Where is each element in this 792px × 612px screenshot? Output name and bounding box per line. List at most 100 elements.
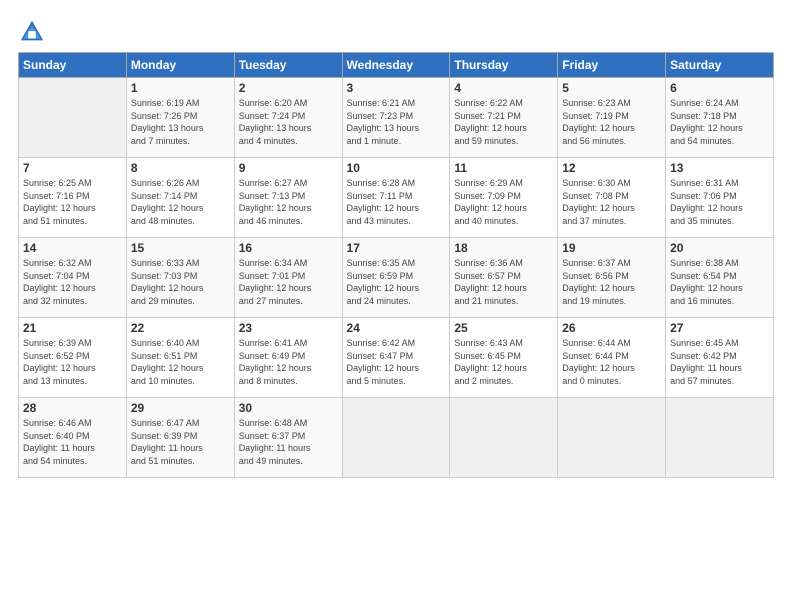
day-number: 23 (239, 321, 338, 335)
calendar-cell: 2 Sunrise: 6:20 AM Sunset: 7:24 PM Daylig… (234, 78, 342, 158)
calendar-week-0: 1 Sunrise: 6:19 AM Sunset: 7:26 PM Daylig… (19, 78, 774, 158)
day-number: 21 (23, 321, 122, 335)
calendar-header-friday: Friday (558, 53, 666, 78)
calendar-cell: 24 Sunrise: 6:42 AM Sunset: 6:47 PM Dayli… (342, 318, 450, 398)
day-info: Sunrise: 6:23 AM Sunset: 7:19 PM Dayligh… (562, 97, 661, 147)
calendar-cell (342, 398, 450, 478)
calendar-header-monday: Monday (126, 53, 234, 78)
day-number: 24 (347, 321, 446, 335)
calendar: SundayMondayTuesdayWednesdayThursdayFrid… (18, 52, 774, 478)
calendar-cell (19, 78, 127, 158)
calendar-header-row: SundayMondayTuesdayWednesdayThursdayFrid… (19, 53, 774, 78)
calendar-cell: 3 Sunrise: 6:21 AM Sunset: 7:23 PM Daylig… (342, 78, 450, 158)
day-number: 9 (239, 161, 338, 175)
day-info: Sunrise: 6:28 AM Sunset: 7:11 PM Dayligh… (347, 177, 446, 227)
day-info: Sunrise: 6:20 AM Sunset: 7:24 PM Dayligh… (239, 97, 338, 147)
day-info: Sunrise: 6:42 AM Sunset: 6:47 PM Dayligh… (347, 337, 446, 387)
calendar-cell: 28 Sunrise: 6:46 AM Sunset: 6:40 PM Dayli… (19, 398, 127, 478)
calendar-cell: 5 Sunrise: 6:23 AM Sunset: 7:19 PM Daylig… (558, 78, 666, 158)
calendar-cell: 23 Sunrise: 6:41 AM Sunset: 6:49 PM Dayli… (234, 318, 342, 398)
day-info: Sunrise: 6:41 AM Sunset: 6:49 PM Dayligh… (239, 337, 338, 387)
day-number: 13 (670, 161, 769, 175)
day-info: Sunrise: 6:45 AM Sunset: 6:42 PM Dayligh… (670, 337, 769, 387)
calendar-cell: 1 Sunrise: 6:19 AM Sunset: 7:26 PM Daylig… (126, 78, 234, 158)
calendar-header-sunday: Sunday (19, 53, 127, 78)
calendar-cell (450, 398, 558, 478)
day-info: Sunrise: 6:32 AM Sunset: 7:04 PM Dayligh… (23, 257, 122, 307)
calendar-week-2: 14 Sunrise: 6:32 AM Sunset: 7:04 PM Dayli… (19, 238, 774, 318)
calendar-cell: 27 Sunrise: 6:45 AM Sunset: 6:42 PM Dayli… (666, 318, 774, 398)
calendar-cell: 19 Sunrise: 6:37 AM Sunset: 6:56 PM Dayli… (558, 238, 666, 318)
calendar-header-saturday: Saturday (666, 53, 774, 78)
calendar-cell: 30 Sunrise: 6:48 AM Sunset: 6:37 PM Dayli… (234, 398, 342, 478)
day-number: 18 (454, 241, 553, 255)
header (18, 18, 774, 46)
day-info: Sunrise: 6:35 AM Sunset: 6:59 PM Dayligh… (347, 257, 446, 307)
day-number: 22 (131, 321, 230, 335)
calendar-cell: 11 Sunrise: 6:29 AM Sunset: 7:09 PM Dayli… (450, 158, 558, 238)
day-info: Sunrise: 6:26 AM Sunset: 7:14 PM Dayligh… (131, 177, 230, 227)
calendar-cell: 4 Sunrise: 6:22 AM Sunset: 7:21 PM Daylig… (450, 78, 558, 158)
calendar-cell: 17Sunrise: 6:35 AM Sunset: 6:59 PM Dayli… (342, 238, 450, 318)
day-number: 26 (562, 321, 661, 335)
calendar-cell: 9Sunrise: 6:27 AM Sunset: 7:13 PM Daylig… (234, 158, 342, 238)
calendar-cell: 15 Sunrise: 6:33 AM Sunset: 7:03 PM Dayli… (126, 238, 234, 318)
day-number: 1 (131, 81, 230, 95)
day-number: 6 (670, 81, 769, 95)
day-info: Sunrise: 6:48 AM Sunset: 6:37 PM Dayligh… (239, 417, 338, 467)
calendar-cell: 26 Sunrise: 6:44 AM Sunset: 6:44 PM Dayli… (558, 318, 666, 398)
day-number: 28 (23, 401, 122, 415)
calendar-week-3: 21 Sunrise: 6:39 AM Sunset: 6:52 PM Dayli… (19, 318, 774, 398)
calendar-cell (558, 398, 666, 478)
day-info: Sunrise: 6:22 AM Sunset: 7:21 PM Dayligh… (454, 97, 553, 147)
day-info: Sunrise: 6:19 AM Sunset: 7:26 PM Dayligh… (131, 97, 230, 147)
day-number: 3 (347, 81, 446, 95)
day-info: Sunrise: 6:44 AM Sunset: 6:44 PM Dayligh… (562, 337, 661, 387)
calendar-cell: 20Sunrise: 6:38 AM Sunset: 6:54 PM Dayli… (666, 238, 774, 318)
day-info: Sunrise: 6:40 AM Sunset: 6:51 PM Dayligh… (131, 337, 230, 387)
calendar-cell: 25Sunrise: 6:43 AM Sunset: 6:45 PM Dayli… (450, 318, 558, 398)
calendar-header-thursday: Thursday (450, 53, 558, 78)
calendar-cell: 6 Sunrise: 6:24 AM Sunset: 7:18 PM Daylig… (666, 78, 774, 158)
day-info: Sunrise: 6:25 AM Sunset: 7:16 PM Dayligh… (23, 177, 122, 227)
day-number: 15 (131, 241, 230, 255)
day-number: 7 (23, 161, 122, 175)
day-number: 8 (131, 161, 230, 175)
day-info: Sunrise: 6:21 AM Sunset: 7:23 PM Dayligh… (347, 97, 446, 147)
day-number: 20 (670, 241, 769, 255)
day-info: Sunrise: 6:46 AM Sunset: 6:40 PM Dayligh… (23, 417, 122, 467)
logo (18, 18, 50, 46)
calendar-week-4: 28 Sunrise: 6:46 AM Sunset: 6:40 PM Dayli… (19, 398, 774, 478)
day-info: Sunrise: 6:36 AM Sunset: 6:57 PM Dayligh… (454, 257, 553, 307)
day-number: 29 (131, 401, 230, 415)
calendar-cell: 29 Sunrise: 6:47 AM Sunset: 6:39 PM Dayli… (126, 398, 234, 478)
calendar-header-tuesday: Tuesday (234, 53, 342, 78)
day-number: 10 (347, 161, 446, 175)
day-number: 19 (562, 241, 661, 255)
day-number: 25 (454, 321, 553, 335)
day-number: 11 (454, 161, 553, 175)
page: SundayMondayTuesdayWednesdayThursdayFrid… (0, 0, 792, 612)
day-info: Sunrise: 6:33 AM Sunset: 7:03 PM Dayligh… (131, 257, 230, 307)
calendar-cell: 8 Sunrise: 6:26 AM Sunset: 7:14 PM Daylig… (126, 158, 234, 238)
day-info: Sunrise: 6:31 AM Sunset: 7:06 PM Dayligh… (670, 177, 769, 227)
calendar-cell: 18 Sunrise: 6:36 AM Sunset: 6:57 PM Dayli… (450, 238, 558, 318)
day-info: Sunrise: 6:30 AM Sunset: 7:08 PM Dayligh… (562, 177, 661, 227)
day-number: 12 (562, 161, 661, 175)
day-number: 2 (239, 81, 338, 95)
day-info: Sunrise: 6:39 AM Sunset: 6:52 PM Dayligh… (23, 337, 122, 387)
day-info: Sunrise: 6:47 AM Sunset: 6:39 PM Dayligh… (131, 417, 230, 467)
calendar-cell: 12 Sunrise: 6:30 AM Sunset: 7:08 PM Dayli… (558, 158, 666, 238)
day-number: 27 (670, 321, 769, 335)
day-number: 5 (562, 81, 661, 95)
calendar-cell: 21 Sunrise: 6:39 AM Sunset: 6:52 PM Dayli… (19, 318, 127, 398)
day-info: Sunrise: 6:37 AM Sunset: 6:56 PM Dayligh… (562, 257, 661, 307)
calendar-cell: 13 Sunrise: 6:31 AM Sunset: 7:06 PM Dayli… (666, 158, 774, 238)
calendar-header-wednesday: Wednesday (342, 53, 450, 78)
day-number: 30 (239, 401, 338, 415)
day-number: 4 (454, 81, 553, 95)
day-info: Sunrise: 6:34 AM Sunset: 7:01 PM Dayligh… (239, 257, 338, 307)
day-info: Sunrise: 6:29 AM Sunset: 7:09 PM Dayligh… (454, 177, 553, 227)
day-number: 14 (23, 241, 122, 255)
day-info: Sunrise: 6:24 AM Sunset: 7:18 PM Dayligh… (670, 97, 769, 147)
